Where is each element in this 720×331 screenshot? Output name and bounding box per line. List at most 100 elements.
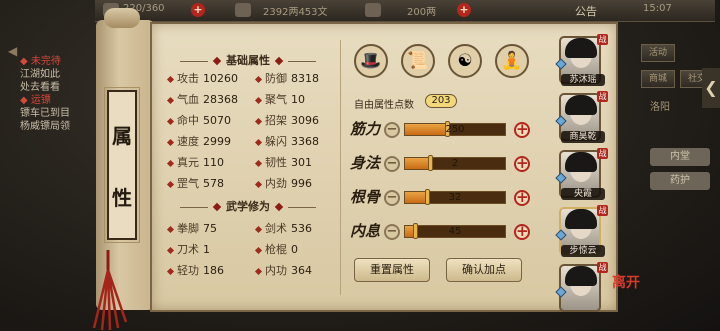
leave-button[interactable]: 离开 [612, 272, 640, 292]
scroll-title-char: 性 [112, 186, 132, 210]
stat-value: 536 [291, 222, 312, 235]
battle-badge-icon: 战 [597, 148, 608, 159]
taiji-icon[interactable]: ☯ [448, 44, 482, 78]
stat-marker-icon [254, 180, 263, 188]
point-value: 45 [448, 226, 462, 237]
stat-value: 2999 [203, 135, 231, 148]
increase-button[interactable]: + [514, 224, 530, 240]
stat-label: 攻击 [177, 72, 199, 85]
decrease-button[interactable]: − [384, 156, 400, 172]
protect-button[interactable]: 药护 [650, 172, 710, 190]
point-label: 内息 [350, 222, 381, 240]
stat-marker-icon [254, 138, 263, 146]
battle-badge-icon: 战 [597, 262, 608, 273]
point-label: 筋力 [350, 120, 381, 138]
stat-marker-icon [254, 225, 263, 233]
stat-marker-icon [166, 75, 175, 83]
stat-label: 气血 [177, 93, 199, 106]
stat-marker-icon [254, 117, 263, 125]
decrease-button[interactable]: − [384, 190, 400, 206]
stat-martial: 内功 364 [254, 262, 312, 280]
add-ingot-button[interactable]: + [457, 3, 471, 17]
point-bar: 32 [404, 189, 506, 205]
stat-basic: 真元 110 [166, 154, 224, 172]
location-label: 洛阳 [650, 102, 670, 113]
stat-label: 真元 [177, 156, 199, 169]
reset-attributes-button[interactable]: 重置属性 [354, 258, 430, 282]
stat-martial: 拳脚 75 [166, 220, 217, 238]
stat-value: 578 [203, 177, 224, 190]
figure-icon[interactable]: 🧘 [495, 44, 529, 78]
stat-label: 罡气 [177, 177, 199, 190]
expand-arrow-icon[interactable]: ❮ [702, 68, 720, 108]
stat-marker-icon [254, 75, 263, 83]
stat-value: 10260 [203, 72, 238, 85]
scroll-icon[interactable]: 📜 [401, 44, 435, 78]
ingot-icon [365, 3, 381, 17]
stat-label: 轻功 [177, 264, 199, 277]
martial-heading: 武学修为 [162, 198, 334, 216]
stat-basic: 罡气 578 [166, 175, 224, 193]
point-bar: 45 [404, 223, 506, 239]
stat-value: 996 [291, 177, 312, 190]
decrease-button[interactable]: − [384, 224, 400, 240]
character-name: 央霞 [561, 188, 605, 200]
quest-line: 江湖如此 [20, 69, 60, 80]
notice-button[interactable]: 公告 [575, 3, 597, 19]
stat-basic: 躲闪 3368 [254, 133, 319, 151]
stat-basic: 气血 28368 [166, 91, 238, 109]
stat-label: 速度 [177, 135, 199, 148]
stat-basic: 招架 3096 [254, 112, 319, 130]
scroll-title: 属 性 [104, 87, 140, 243]
stat-marker-icon [166, 117, 175, 125]
stat-value: 75 [203, 222, 217, 235]
stat-value: 3096 [291, 114, 319, 127]
ingot-value: 200两 [407, 7, 437, 18]
portrait-hair [565, 152, 597, 172]
stat-marker-icon [254, 267, 263, 275]
stat-marker-icon [254, 159, 263, 167]
point-value: 250 [445, 124, 465, 135]
increase-button[interactable]: + [514, 190, 530, 206]
divider [340, 40, 341, 295]
top-resource-bar: 220/360 + 2392两453文 200两 + 公告 15:07 [95, 0, 715, 22]
stat-label: 刀术 [177, 243, 199, 256]
stat-label: 命中 [177, 114, 199, 127]
stat-value: 301 [291, 156, 312, 169]
stat-label: 韧性 [265, 156, 287, 169]
stat-value: 3368 [291, 135, 319, 148]
quest-tracker[interactable]: ◆ 未完待 江湖如此 处去看看 ◆ 运镖 镖车已到目 杨威镖局领 [20, 55, 105, 145]
hat-icon[interactable]: 🎩 [354, 44, 388, 78]
stat-marker-icon [166, 180, 175, 188]
decrease-button[interactable]: − [384, 122, 400, 138]
stat-value: 0 [291, 243, 298, 256]
point-value: 32 [448, 192, 462, 203]
battle-badge-icon: 战 [597, 91, 608, 102]
point-value: 2 [451, 158, 459, 169]
increase-button[interactable]: + [514, 156, 530, 172]
shop-button[interactable]: 商城 [641, 70, 675, 88]
clock: 15:07 [643, 3, 672, 14]
stat-label: 聚气 [265, 93, 287, 106]
collapse-arrow-icon[interactable]: ◀ [8, 44, 17, 58]
confirm-points-button[interactable]: 确认加点 [446, 258, 522, 282]
scroll-rod [104, 8, 140, 28]
stat-marker-icon [166, 246, 175, 254]
stat-value: 8318 [291, 72, 319, 85]
battle-badge-icon: 战 [597, 205, 608, 216]
activity-button[interactable]: 活动 [641, 44, 675, 62]
stat-marker-icon [166, 159, 175, 167]
portrait-hair [565, 38, 597, 58]
money-value: 2392两453文 [263, 7, 328, 18]
portrait-hair [565, 266, 597, 286]
stat-basic: 攻击 10260 [166, 70, 238, 88]
stat-marker-icon [254, 96, 263, 104]
stat-label: 躲闪 [265, 135, 287, 148]
stats-column: 基础属性 攻击 10260 防御 8318 气血 28368 聚气 10 命中 5070 招架 309… [162, 48, 334, 306]
inner-hall-button[interactable]: 内堂 [650, 148, 710, 166]
increase-button[interactable]: + [514, 122, 530, 138]
stat-basic: 防御 8318 [254, 70, 319, 88]
character-portrait[interactable] [559, 264, 601, 312]
portrait-hair [565, 209, 597, 229]
add-stamina-button[interactable]: + [191, 3, 205, 17]
